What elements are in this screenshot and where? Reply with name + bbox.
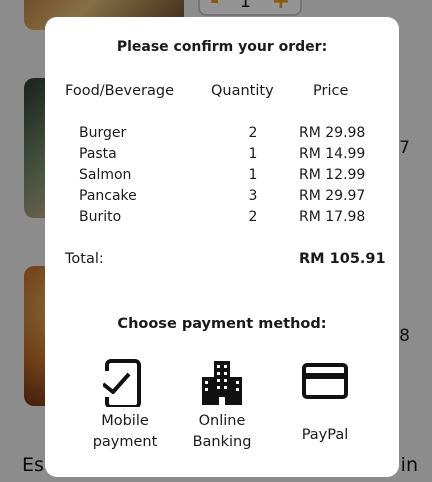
order-row: Pancake 3 RM 29.97 [45,188,399,208]
item-quantity: 1 [248,167,258,183]
item-price: RM 17.98 [299,209,366,225]
credit-card-icon [302,363,348,399]
payment-option-label: Banking [192,434,252,450]
column-header-price: Price [313,83,349,99]
payment-option-label: payment [92,434,158,450]
paypal-option[interactable]: PayPal [280,357,370,446]
item-price: RM 29.98 [299,125,366,141]
order-row: Pasta 1 RM 14.99 [45,146,399,166]
item-name: Pancake [79,188,137,204]
mobile-payment-icon [103,359,141,407]
item-price: RM 29.97 [299,188,366,204]
column-header-quantity: Quantity [211,83,274,99]
dialog-title: Please confirm your order: [116,39,328,55]
order-row: Burito 2 RM 17.98 [45,209,399,229]
item-quantity: 3 [248,188,258,204]
order-row: Salmon 1 RM 12.99 [45,167,399,187]
item-price: RM 14.99 [299,146,366,162]
item-name: Burito [79,209,122,225]
item-quantity: 2 [248,209,258,225]
total-label: Total: [65,251,104,267]
order-row: Burger 2 RM 29.98 [45,125,399,145]
total-value: RM 105.91 [299,251,386,267]
mobile-payment-option[interactable]: Mobile payment [80,357,170,453]
payment-option-label: Online [198,413,246,429]
item-name: Pasta [79,146,117,162]
item-name: Burger [79,125,127,141]
item-name: Salmon [79,167,132,183]
item-price: RM 12.99 [299,167,366,183]
column-header-food: Food/Beverage [65,83,174,99]
order-confirmation-dialog: Please confirm your order: Food/Beverage… [45,17,399,477]
online-banking-option[interactable]: Online Banking [177,357,267,453]
item-quantity: 2 [248,125,258,141]
payment-method-title: Choose payment method: [117,316,327,332]
payment-option-label: PayPal [301,427,349,443]
bank-building-icon [202,361,242,405]
payment-option-label: Mobile [101,413,149,429]
item-quantity: 1 [248,146,258,162]
